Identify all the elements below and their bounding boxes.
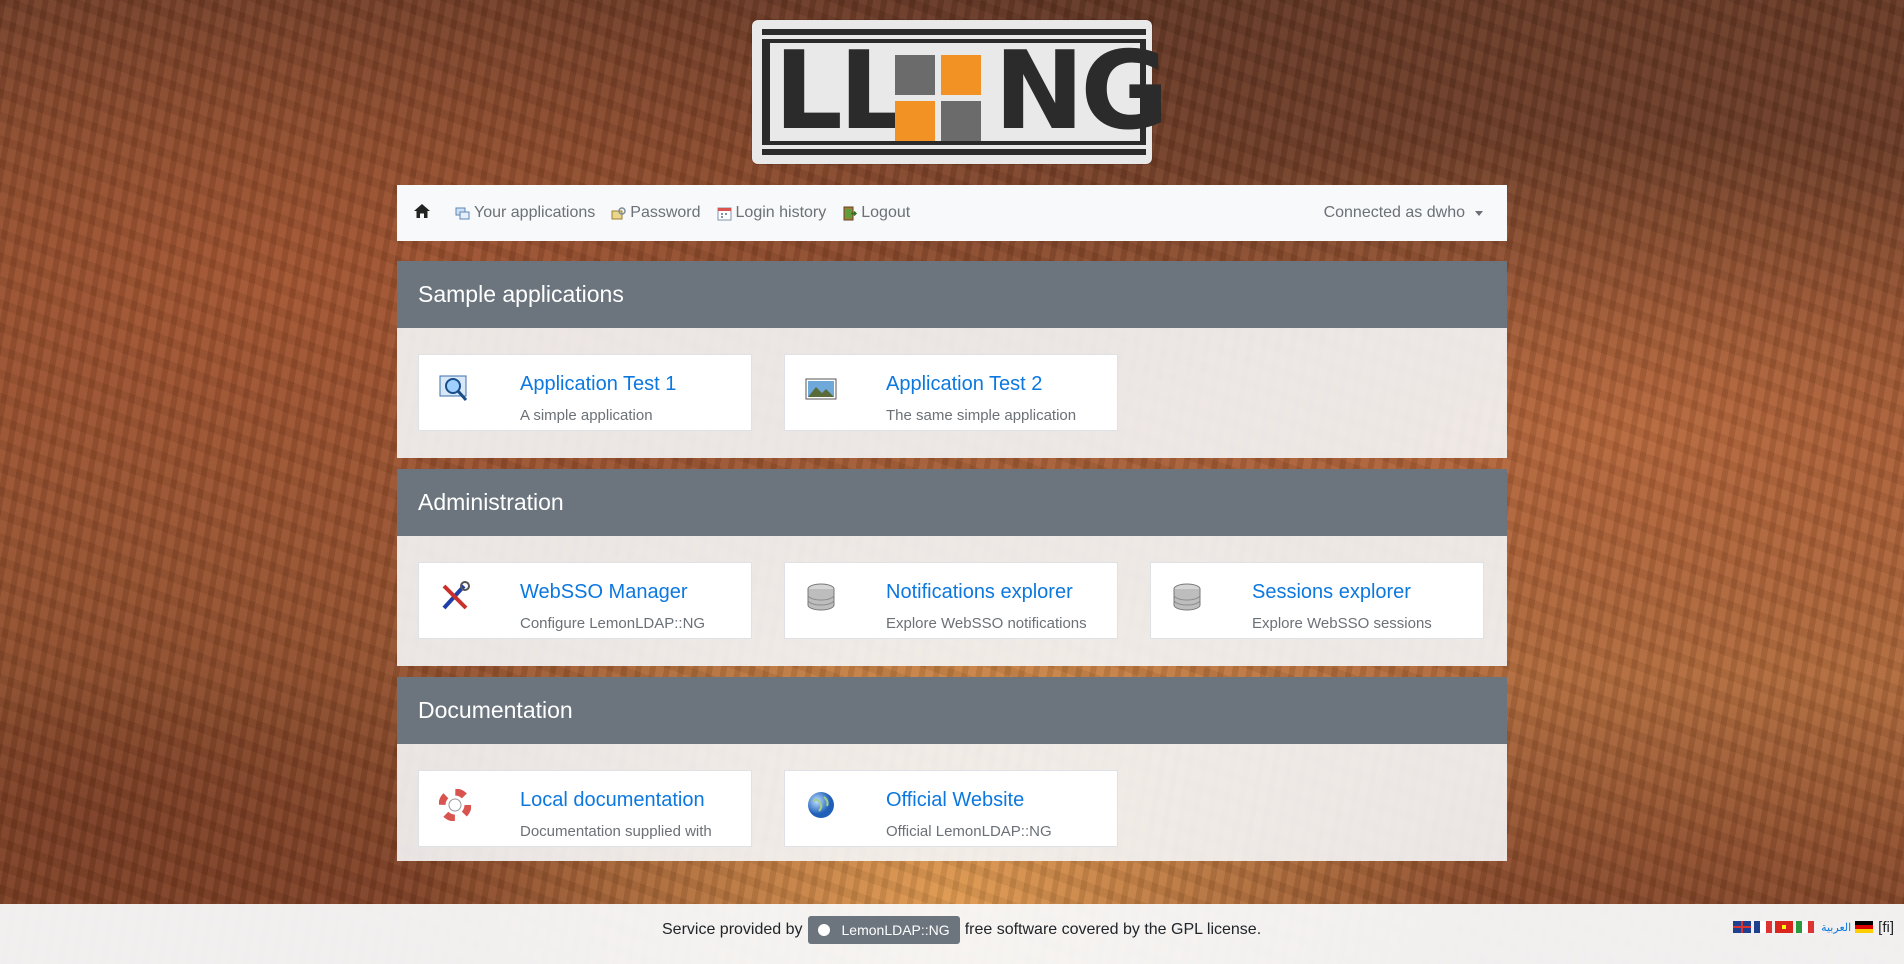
user-menu-dropdown[interactable]: Connected as dwho bbox=[1324, 185, 1483, 241]
app-title: Official Website bbox=[886, 789, 1025, 811]
flag-en-icon[interactable] bbox=[1733, 921, 1752, 933]
app-description: Official LemonLDAP::NG bbox=[886, 823, 1052, 840]
nav-link-label: Your applications bbox=[474, 204, 596, 221]
app-description: Configure LemonLDAP::NG bbox=[520, 615, 706, 632]
footer-suffix: free software covered by the GPL license… bbox=[964, 921, 1262, 938]
category-documentation: Documentation Local documentation Docume… bbox=[397, 677, 1507, 861]
app-description: A simple application bbox=[520, 407, 653, 424]
logo-grid bbox=[895, 55, 981, 141]
nav-link-label: Login history bbox=[735, 204, 827, 221]
footer-prefix: Service provided by bbox=[662, 921, 803, 938]
category-sample-applications: Sample applications Application Test 1 A… bbox=[397, 261, 1507, 458]
app-card-notifications-explorer[interactable]: Notifications explorer Explore WebSSO no… bbox=[784, 562, 1118, 639]
flag-vi-icon[interactable] bbox=[1775, 921, 1794, 933]
top-navbar: Your applications Password Login history… bbox=[397, 185, 1507, 241]
app-card-application-test-2[interactable]: Application Test 2 The same simple appli… bbox=[784, 354, 1118, 431]
app-card-application-test-1[interactable]: Application Test 1 A simple application bbox=[418, 354, 752, 431]
database-icon bbox=[805, 581, 837, 613]
lemonldap-logo: LL NG bbox=[752, 20, 1169, 164]
picture-icon bbox=[805, 373, 837, 405]
app-description: The same simple application bbox=[886, 407, 1077, 424]
category-title: Documentation bbox=[397, 677, 1507, 744]
nav-your-applications[interactable]: Your applications bbox=[455, 204, 595, 222]
app-description: Explore WebSSO notifications bbox=[886, 615, 1087, 632]
category-body: Local documentation Documentation suppli… bbox=[397, 744, 1507, 861]
app-title: Notifications explorer bbox=[886, 581, 1073, 603]
lifebuoy-icon bbox=[438, 788, 472, 822]
app-title: Application Test 1 bbox=[520, 373, 677, 395]
nav-login-history[interactable]: Login history bbox=[717, 204, 827, 222]
app-card-sessions-explorer[interactable]: Sessions explorer Explore WebSSO session… bbox=[1150, 562, 1484, 639]
language-selector: العربية [fi] bbox=[1733, 918, 1894, 936]
home-icon[interactable] bbox=[413, 203, 433, 223]
globe-icon bbox=[817, 924, 830, 936]
logo-text-ll: LL bbox=[774, 29, 908, 154]
footer: Service provided by LemonLDAP::NG free s… bbox=[0, 904, 1904, 964]
logo-text-ng: NG bbox=[994, 29, 1169, 154]
password-icon bbox=[611, 206, 627, 221]
magnifier-icon bbox=[439, 373, 471, 405]
category-body: WebSSO Manager Configure LemonLDAP::NG N… bbox=[397, 536, 1507, 666]
app-card-official-website[interactable]: Official Website Official LemonLDAP::NG bbox=[784, 770, 1118, 847]
app-description: Explore WebSSO sessions bbox=[1252, 615, 1432, 632]
category-title: Sample applications bbox=[397, 261, 1507, 328]
connected-user-label: Connected as dwho bbox=[1323, 204, 1465, 221]
category-administration: Administration WebSSO Manager Configure … bbox=[397, 469, 1507, 666]
database-icon bbox=[1171, 581, 1203, 613]
app-title: Sessions explorer bbox=[1252, 581, 1411, 603]
calendar-icon bbox=[717, 206, 732, 221]
nav-password[interactable]: Password bbox=[611, 204, 701, 222]
category-title: Administration bbox=[397, 469, 1507, 536]
caret-down-icon bbox=[1475, 210, 1483, 216]
flag-it-icon[interactable] bbox=[1796, 921, 1815, 933]
tools-icon bbox=[439, 581, 471, 613]
app-description: Documentation supplied with bbox=[520, 823, 712, 840]
badge-label: LemonLDAP::NG bbox=[841, 922, 950, 938]
app-card-websso-manager[interactable]: WebSSO Manager Configure LemonLDAP::NG bbox=[418, 562, 752, 639]
lemonldap-badge-link[interactable]: LemonLDAP::NG bbox=[807, 916, 960, 944]
app-title: Local documentation bbox=[520, 789, 705, 811]
category-body: Application Test 1 A simple application … bbox=[397, 328, 1507, 458]
app-card-local-documentation[interactable]: Local documentation Documentation suppli… bbox=[418, 770, 752, 847]
app-title: Application Test 2 bbox=[886, 373, 1043, 395]
applications-icon bbox=[455, 206, 470, 221]
logout-icon bbox=[842, 206, 858, 221]
nav-logout[interactable]: Logout bbox=[842, 204, 910, 222]
nav-link-label: Password bbox=[630, 204, 701, 221]
nav-link-label: Logout bbox=[861, 204, 911, 221]
app-title: WebSSO Manager bbox=[520, 581, 688, 603]
globe-icon bbox=[805, 789, 837, 821]
current-language: [fi] bbox=[1878, 918, 1894, 936]
flag-fr-icon[interactable] bbox=[1754, 921, 1773, 933]
flag-de-icon[interactable] bbox=[1855, 921, 1874, 933]
language-arabic-link[interactable]: العربية bbox=[1821, 921, 1851, 934]
